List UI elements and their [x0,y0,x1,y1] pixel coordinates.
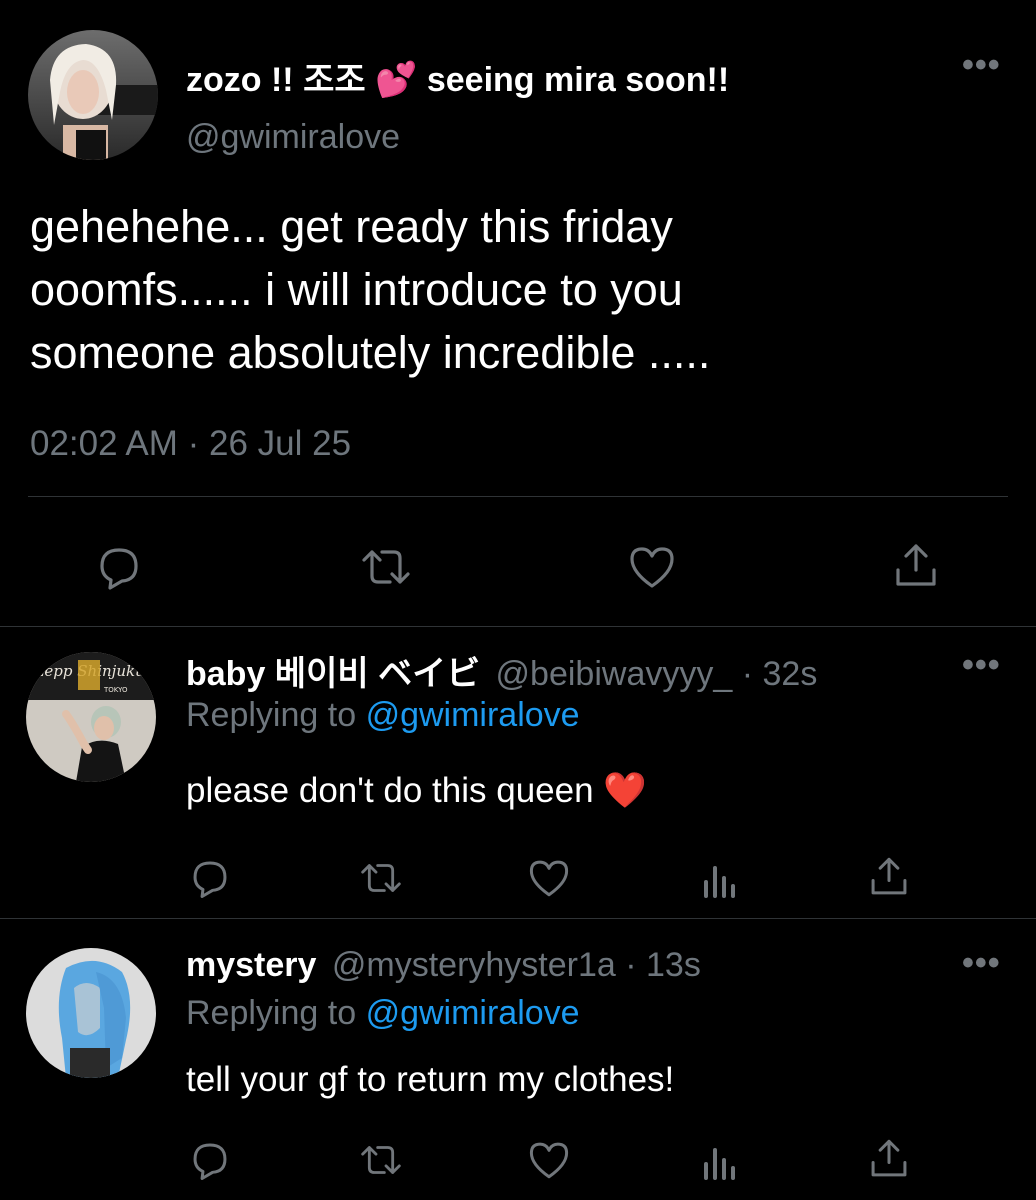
handle[interactable]: @mysteryhyster1a [332,946,616,984]
avatar-sign-sub: TOKYO [103,686,128,694]
reply-icon[interactable] [188,856,232,900]
reply-time[interactable]: · 32s [742,655,818,693]
timestamp[interactable]: 02:02 AM · 26 Jul 25 [30,424,351,464]
replying-to: Replying to @gwimiralove [186,696,580,735]
analytics-icon[interactable] [700,1140,740,1182]
action-bar [0,1134,1036,1184]
tweet-text: gehehehe... get ready this friday ooomfs… [30,195,710,384]
avatar[interactable] [26,948,156,1078]
divider [0,918,1036,919]
avatar-photo [26,948,156,1078]
reply-header: mystery @mysteryhyster1a · 13s [186,946,701,985]
replying-to-label: Replying to [186,994,357,1032]
replying-to-handle[interactable]: @gwimiralove [366,994,580,1032]
display-name[interactable]: zozo !! 조조 💕 seeing mira soon!! [186,52,729,101]
reply-icon[interactable] [188,1138,232,1182]
reply-icon[interactable] [94,542,144,592]
reply-text: please don't do this queen ❤️ [186,771,647,810]
divider [28,496,1008,497]
share-icon[interactable] [890,540,942,592]
like-icon[interactable] [626,542,678,592]
reply-time[interactable]: · 13s [625,946,701,984]
more-options-icon[interactable]: ••• [962,946,1001,980]
avatar-photo [28,30,158,160]
display-name[interactable]: baby 베이비 ベイビ [186,655,480,693]
avatar[interactable] [28,30,158,160]
more-options-icon[interactable]: ••• [962,648,1001,682]
retweet-icon[interactable] [356,856,406,900]
replying-to-handle[interactable]: @gwimiralove [366,696,580,734]
like-icon[interactable] [526,856,572,900]
retweet-icon[interactable] [356,1138,406,1182]
avatar-photo: Zepp Shinjuku TOKYO [26,652,156,782]
handle[interactable]: @gwimiralove [186,118,400,157]
retweet-icon[interactable] [356,542,416,592]
reply-text: tell your gf to return my clothes! [186,1060,675,1099]
tweet-text-line: ooomfs...... i will introduce to you [30,264,683,315]
tweet-text-line: gehehehe... get ready this friday [30,201,673,252]
action-bar [0,530,1036,600]
divider [0,626,1036,627]
share-icon[interactable] [866,854,912,900]
more-options-icon[interactable]: ••• [962,48,1001,82]
handle[interactable]: @beibiwavyyy_ [496,655,733,693]
reply-header: baby 베이비 ベイビ @beibiwavyyy_ · 32s [186,646,817,695]
analytics-icon[interactable] [700,858,740,900]
avatar[interactable]: Zepp Shinjuku TOKYO [26,652,156,782]
like-icon[interactable] [526,1138,572,1182]
action-bar [0,852,1036,902]
replying-to: Replying to @gwimiralove [186,994,580,1033]
share-icon[interactable] [866,1136,912,1182]
tweet-text-line: someone absolutely incredible ..... [30,327,711,378]
replying-to-label: Replying to [186,696,357,734]
display-name[interactable]: mystery [186,946,316,984]
